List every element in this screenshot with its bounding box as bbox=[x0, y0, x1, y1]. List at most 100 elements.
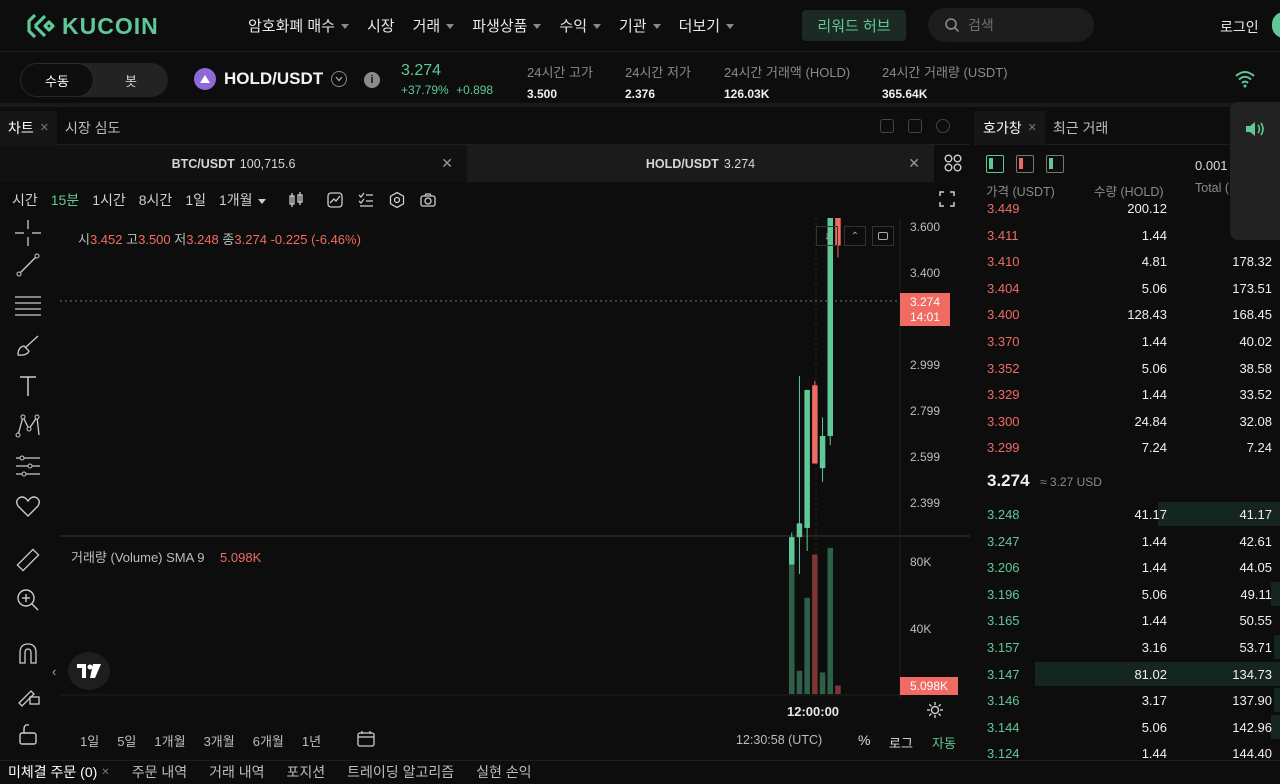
close-icon[interactable]: ✕ bbox=[40, 121, 49, 134]
crosshair-icon[interactable] bbox=[13, 218, 43, 248]
bid-row[interactable]: 3.146 3.17 137.90 bbox=[974, 687, 1280, 713]
heart-icon[interactable] bbox=[13, 491, 43, 521]
ask-row[interactable]: 3.300 24.84 32.08 bbox=[974, 408, 1280, 434]
zoom-in-icon[interactable] bbox=[13, 585, 43, 615]
log-scale-button[interactable]: 로그 bbox=[889, 733, 913, 752]
precision-selector[interactable]: 0.001 bbox=[1195, 158, 1228, 173]
settings-icon[interactable] bbox=[388, 191, 406, 209]
unlock-icon[interactable] bbox=[13, 719, 43, 749]
bottom-tab-5[interactable]: 실현 손익 bbox=[476, 760, 553, 784]
camera-icon[interactable] bbox=[419, 191, 437, 209]
bid-row[interactable]: 3.196 5.06 49.11 bbox=[974, 581, 1280, 607]
magnet-icon[interactable] bbox=[13, 639, 43, 669]
view-asks-icon[interactable] bbox=[1016, 155, 1034, 173]
candle-type-icon[interactable] bbox=[287, 191, 305, 209]
mode-bot-tab[interactable]: 봇 bbox=[94, 63, 168, 97]
interval-1h[interactable]: 1시간 bbox=[92, 190, 126, 210]
chart-settings-gear-icon[interactable] bbox=[926, 701, 944, 719]
date-range-icon[interactable] bbox=[356, 730, 376, 748]
tab-recent-trades[interactable]: 최근 거래 bbox=[1045, 111, 1116, 145]
bid-row[interactable]: 3.165 1.44 50.55 bbox=[974, 607, 1280, 633]
bid-row[interactable]: 3.248 41.17 41.17 bbox=[974, 501, 1280, 527]
bid-row[interactable]: 3.157 3.16 53.71 bbox=[974, 634, 1280, 660]
bid-row[interactable]: 3.206 1.44 44.05 bbox=[974, 554, 1280, 580]
trade-mode-toggle[interactable]: 수동 봇 bbox=[20, 63, 168, 97]
bottom-tab-2[interactable]: 거래 내역 bbox=[209, 760, 286, 784]
auto-scale-button[interactable]: 자동 bbox=[932, 733, 956, 752]
nav-item-6[interactable]: 더보기 bbox=[679, 15, 735, 36]
interval-15m[interactable]: 15분 bbox=[51, 190, 79, 210]
utc-clock[interactable]: 12:30:58 (UTC) bbox=[736, 733, 822, 747]
bid-row[interactable]: 3.147 81.02 134.73 bbox=[974, 661, 1280, 687]
view-both-icon[interactable] bbox=[986, 155, 1004, 173]
interval-1d[interactable]: 1일 bbox=[185, 190, 206, 210]
nav-item-4[interactable]: 수익 bbox=[559, 15, 601, 36]
fullscreen-icon[interactable] bbox=[938, 190, 956, 208]
brush-icon[interactable] bbox=[13, 331, 43, 361]
ask-row[interactable]: 3.329 1.44 33.52 bbox=[974, 381, 1280, 407]
range-1y[interactable]: 1년 bbox=[302, 731, 321, 750]
pair-selector[interactable]: HOLD/USDT bbox=[194, 68, 348, 90]
bottom-tab-0[interactable]: 미체결 주문 (0) ✕ bbox=[0, 760, 132, 784]
search-box[interactable] bbox=[928, 8, 1094, 42]
info-icon[interactable]: i bbox=[364, 72, 380, 88]
interval-8h[interactable]: 8시간 bbox=[139, 190, 173, 210]
pair-tab-hold[interactable]: HOLD/USDT 3.274 ✕ bbox=[467, 145, 934, 182]
bid-row[interactable]: 3.144 5.06 142.96 bbox=[974, 714, 1280, 740]
sound-toggle[interactable] bbox=[1230, 102, 1280, 240]
interval-1m-dropdown[interactable]: 1개월 bbox=[219, 190, 266, 210]
kucoin-logo[interactable]: KUCOIN bbox=[26, 11, 159, 41]
interval-time[interactable]: 시간 bbox=[12, 190, 38, 210]
nav-item-2[interactable]: 거래 bbox=[413, 15, 455, 36]
arrow-down-icon[interactable]: ↓ bbox=[816, 226, 838, 246]
bottom-tab-1[interactable]: 주문 내역 bbox=[132, 760, 209, 784]
collapse-icon[interactable]: ⌃ bbox=[844, 226, 866, 246]
close-icon[interactable]: ✕ bbox=[908, 155, 920, 172]
ruler-icon[interactable] bbox=[13, 545, 43, 575]
range-5d[interactable]: 5일 bbox=[117, 731, 136, 750]
ask-row[interactable]: 3.352 5.06 38.58 bbox=[974, 355, 1280, 381]
indicators-icon[interactable] bbox=[326, 191, 344, 209]
close-icon[interactable]: ✕ bbox=[441, 155, 453, 172]
fib-retracement-icon[interactable] bbox=[13, 290, 43, 320]
view-bids-icon[interactable] bbox=[1046, 155, 1064, 173]
pair-tab-btc[interactable]: BTC/USDT 100,715.6 ✕ bbox=[0, 145, 467, 182]
price-chart[interactable] bbox=[60, 218, 970, 730]
lock-drawing-icon[interactable] bbox=[13, 679, 43, 709]
chevron-down-icon[interactable] bbox=[331, 71, 348, 87]
search-input[interactable] bbox=[968, 17, 1078, 33]
tab-orderbook[interactable]: 호가창 ✕ bbox=[974, 110, 1045, 145]
nav-item-3[interactable]: 파생상품 bbox=[472, 15, 542, 36]
tab-chart[interactable]: 차트 ✕ bbox=[0, 110, 57, 145]
range-1d[interactable]: 1일 bbox=[80, 731, 99, 750]
layout-icon[interactable] bbox=[880, 119, 894, 133]
maximize-icon[interactable] bbox=[872, 226, 894, 246]
bottom-tab-4[interactable]: 트레이딩 알고리즘 bbox=[347, 760, 476, 784]
close-icon[interactable]: ✕ bbox=[1028, 121, 1037, 134]
popout-icon[interactable] bbox=[908, 119, 922, 133]
percent-scale-button[interactable]: % bbox=[858, 732, 870, 748]
range-1m[interactable]: 1개월 bbox=[154, 731, 185, 750]
reward-hub-button[interactable]: 리워드 허브 bbox=[802, 10, 906, 41]
ask-row[interactable]: 3.410 4.81 178.32 bbox=[974, 248, 1280, 274]
bid-row[interactable]: 3.247 1.44 42.61 bbox=[974, 528, 1280, 554]
login-link[interactable]: 로그인 bbox=[1220, 17, 1259, 37]
ask-row[interactable]: 3.370 1.44 40.02 bbox=[974, 328, 1280, 354]
nav-item-5[interactable]: 기관 bbox=[619, 15, 661, 36]
bottom-tab-3[interactable]: 포지션 bbox=[287, 760, 348, 784]
tradingview-logo[interactable] bbox=[68, 652, 110, 690]
nav-item-0[interactable]: 암호화폐 매수 bbox=[248, 15, 349, 36]
ask-row[interactable]: 3.404 5.06 173.51 bbox=[974, 275, 1280, 301]
nav-item-1[interactable]: 시장 bbox=[367, 15, 395, 36]
strategy-list-icon[interactable] bbox=[357, 191, 375, 209]
text-icon[interactable] bbox=[13, 371, 43, 401]
ask-row[interactable]: 3.299 7.24 7.24 bbox=[974, 434, 1280, 460]
expand-icon[interactable] bbox=[936, 119, 950, 133]
close-icon[interactable]: ✕ bbox=[101, 767, 109, 778]
prediction-icon[interactable] bbox=[13, 451, 43, 481]
ask-row[interactable]: 3.400 128.43 168.45 bbox=[974, 301, 1280, 327]
collapse-toolbar-icon[interactable]: ‹ bbox=[52, 664, 56, 679]
mode-manual-tab[interactable]: 수동 bbox=[20, 63, 94, 97]
tab-market-depth[interactable]: 시장 심도 bbox=[57, 111, 128, 145]
multi-chart-grid-icon[interactable] bbox=[944, 154, 962, 172]
